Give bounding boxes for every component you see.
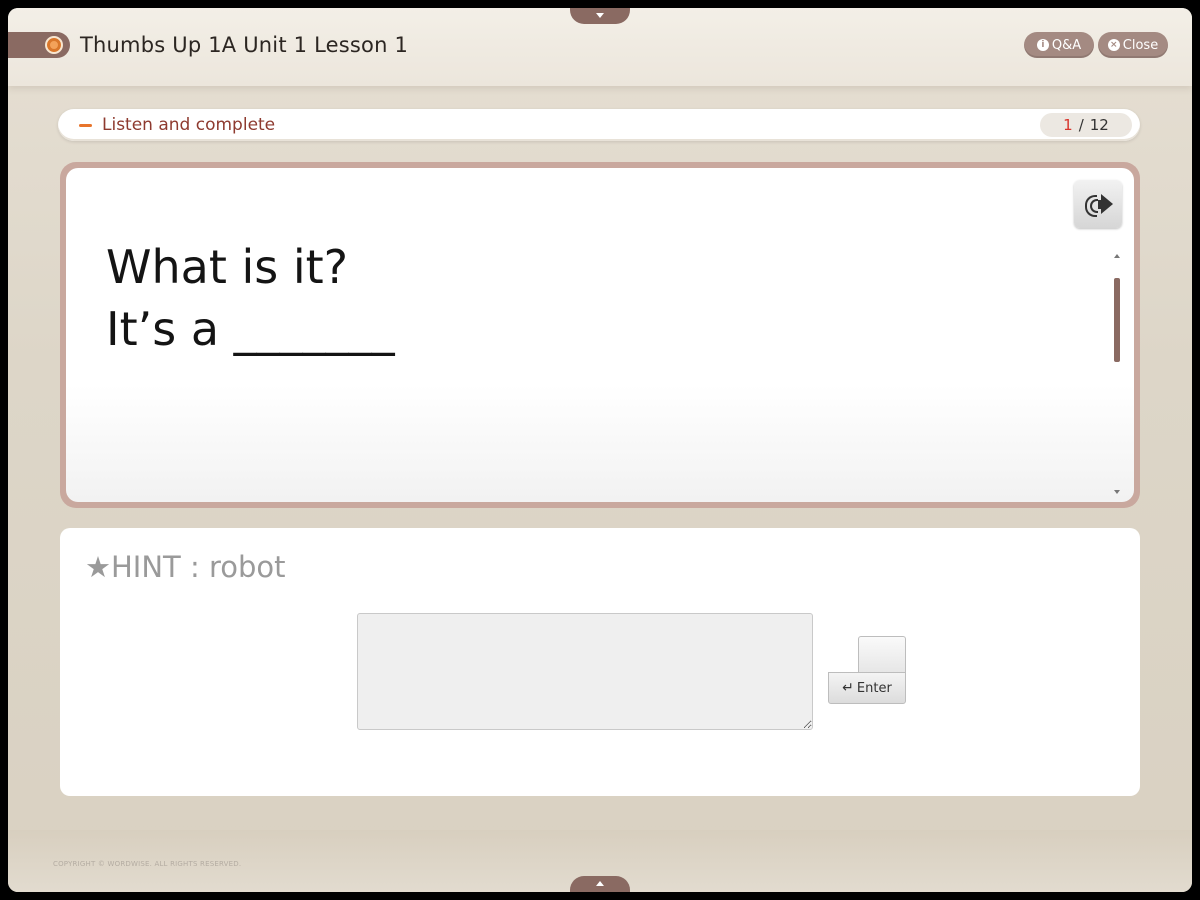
instruction-bar: Listen and complete 1 / 12 — [58, 109, 1140, 141]
enter-key-bottom: ↵ Enter — [828, 672, 906, 704]
info-icon: i — [1036, 39, 1049, 51]
close-circle-icon: × — [1107, 39, 1120, 51]
orange-ring-icon — [45, 36, 63, 54]
scrollbar-thumb[interactable] — [1114, 278, 1120, 362]
enter-label: Enter — [856, 680, 892, 696]
close-label: Close — [1122, 37, 1159, 53]
question-line-1: What is it? — [106, 240, 349, 294]
scroll-up-arrow-icon[interactable] — [1114, 254, 1120, 258]
chevron-down-icon — [596, 13, 604, 18]
collapse-header-tab[interactable] — [570, 8, 630, 24]
sound-wave-inner — [1090, 199, 1098, 213]
qa-button[interactable]: i Q&A — [1024, 32, 1094, 58]
qa-label: Q&A — [1051, 37, 1082, 53]
scroll-down-arrow-icon[interactable] — [1114, 490, 1120, 494]
enter-button[interactable]: ↵ Enter — [828, 636, 906, 704]
copyright-text: COPYRIGHT © WORDWISE. ALL RIGHTS RESERVE… — [53, 860, 242, 868]
question-panel: What is it? It’s a _______ — [60, 162, 1140, 508]
dash-icon — [79, 124, 92, 127]
current-page: 1 — [1063, 116, 1073, 134]
question-scrollbar[interactable] — [1114, 254, 1120, 494]
logo-tab — [8, 32, 70, 58]
close-button[interactable]: × Close — [1098, 32, 1168, 58]
lesson-title: Thumbs Up 1A Unit 1 Lesson 1 — [80, 33, 409, 57]
question-line-2: It’s a _______ — [106, 302, 395, 356]
answer-input[interactable] — [357, 613, 813, 730]
hint-text: ★HINT : robot — [85, 550, 286, 584]
speaker-cone — [1101, 194, 1113, 214]
return-arrow-icon: ↵ — [842, 680, 854, 696]
instruction-text: Listen and complete — [102, 115, 276, 135]
chevron-up-icon — [596, 881, 604, 886]
total-pages: 12 — [1089, 116, 1109, 134]
enter-key-top — [858, 636, 906, 673]
page-counter: 1 / 12 — [1040, 113, 1132, 137]
lesson-window: Thumbs Up 1A Unit 1 Lesson 1 i Q&A × Clo… — [8, 8, 1192, 892]
page-separator: / — [1078, 116, 1084, 134]
question-content: What is it? It’s a _______ — [66, 168, 1134, 502]
expand-footer-tab[interactable] — [570, 876, 630, 892]
play-audio-button[interactable] — [1074, 180, 1122, 228]
answer-panel: ★HINT : robot ↵ Enter — [60, 528, 1140, 796]
